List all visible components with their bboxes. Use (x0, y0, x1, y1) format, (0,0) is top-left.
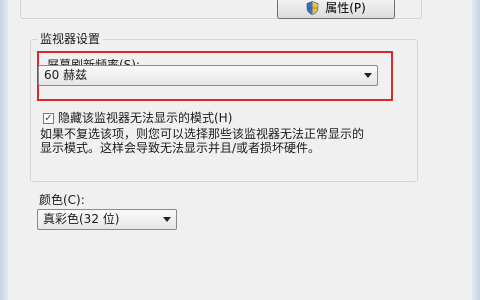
hide-modes-checkbox[interactable]: ✓ (43, 112, 54, 124)
checkmark-icon: ✓ (44, 112, 53, 124)
monitor-settings-group: 监视器设置 屏幕刷新频率(S): 60 赫兹 ✓ 隐藏该监视器无法显示的模式(H… (30, 31, 418, 182)
chevron-down-icon (163, 217, 171, 222)
color-label: 颜色(C): (39, 193, 85, 207)
chevron-down-icon (364, 73, 372, 78)
monitor-settings-title: 监视器设置 (37, 31, 104, 47)
color-value: 真彩色(32 位) (43, 212, 120, 226)
hide-modes-description: 如果不复选该项，则您可以选择那些该监视器无法正常显示的 显示模式。这样会导致无法… (40, 127, 370, 155)
window-right-border (472, 0, 480, 300)
color-select[interactable]: 真彩色(32 位) (37, 209, 177, 230)
refresh-rate-value: 60 赫兹 (44, 68, 88, 82)
monitor-settings-dialog: 属性(P) 监视器设置 屏幕刷新频率(S): 60 赫兹 ✓ 隐藏该监视器无法显… (0, 0, 480, 300)
refresh-rate-select[interactable]: 60 赫兹 (38, 65, 378, 86)
window-left-border (0, 0, 8, 300)
hide-modes-label: 隐藏该监视器无法显示的模式(H) (58, 111, 233, 125)
description-line-1: 如果不复选该项，则您可以选择那些该监视器无法正常显示的 (40, 127, 365, 141)
hide-modes-option[interactable]: ✓ 隐藏该监视器无法显示的模式(H) (43, 111, 232, 125)
uac-shield-icon (306, 0, 319, 15)
properties-button-label: 属性(P) (325, 1, 366, 15)
description-line-2: 显示模式。这样会导致无法显示并且/或者损坏硬件。 (40, 141, 321, 155)
properties-button[interactable]: 属性(P) (277, 0, 395, 19)
